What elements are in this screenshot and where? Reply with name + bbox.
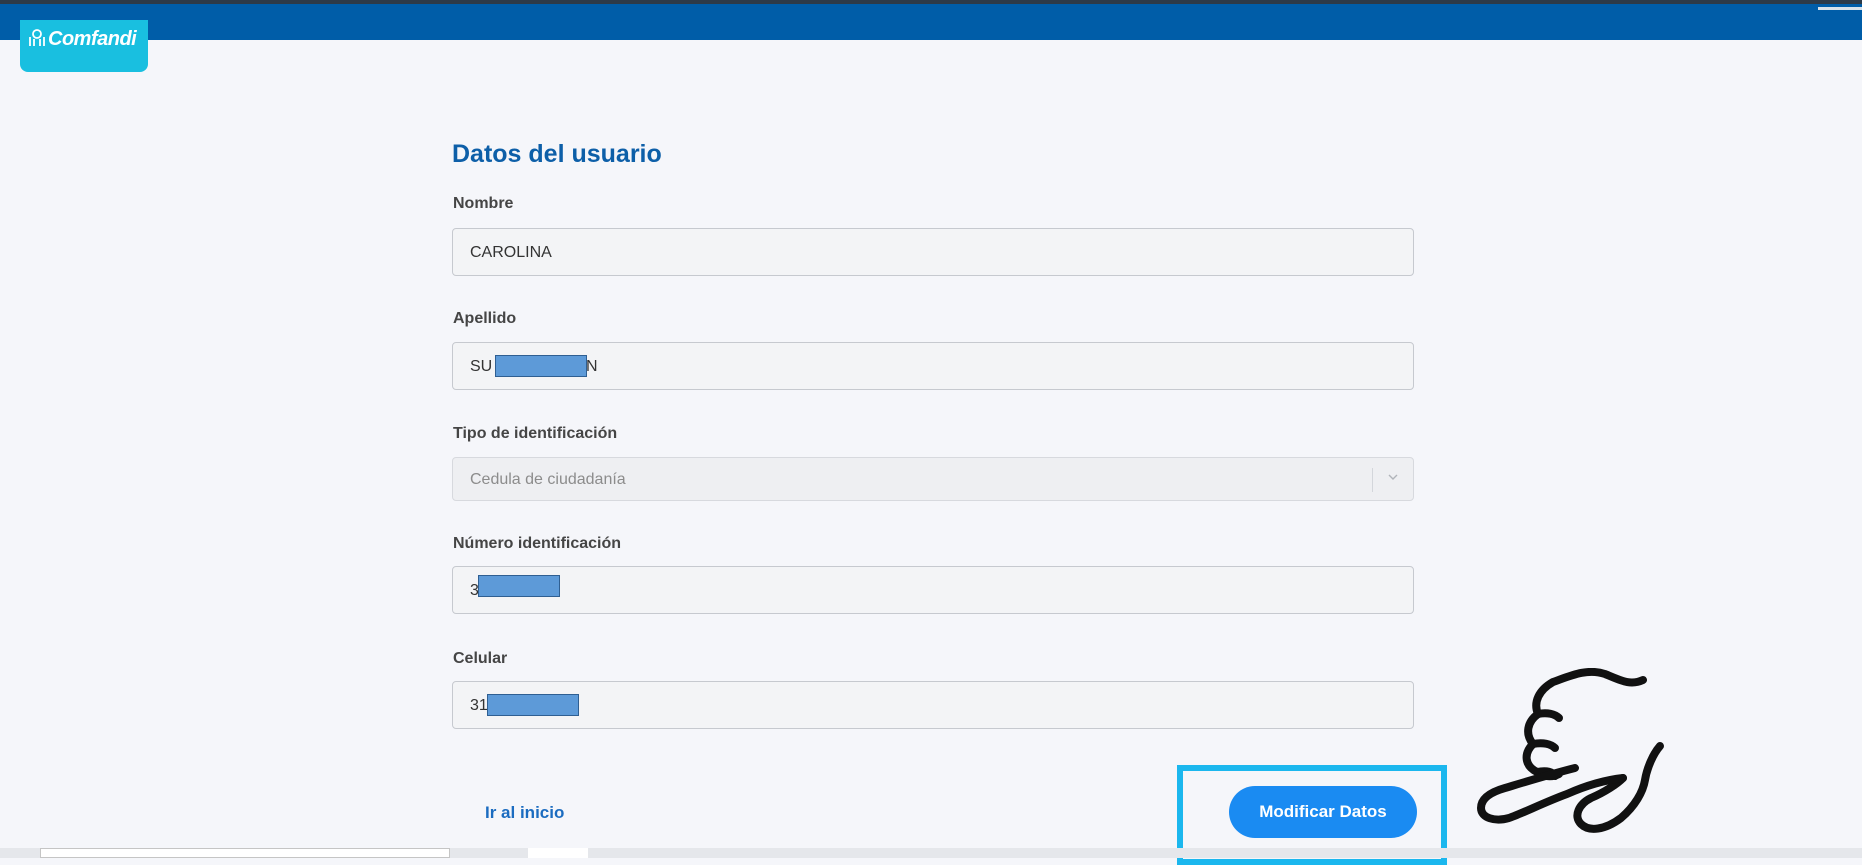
tipo-identificacion-selected: Cedula de ciudadanía: [470, 471, 626, 488]
bottom-tab: [528, 848, 588, 858]
redaction-box: [478, 575, 560, 597]
celular-value-start: 31: [470, 697, 488, 714]
apellido-field[interactable]: SU N: [452, 342, 1414, 390]
modify-data-button[interactable]: Modificar Datos: [1229, 786, 1417, 838]
celular-field[interactable]: 31: [452, 681, 1414, 729]
apellido-label: Apellido: [453, 310, 517, 327]
numero-identificacion-field[interactable]: 3: [452, 566, 1414, 614]
page-title: Datos del usuario: [452, 140, 662, 168]
tipo-identificacion-select[interactable]: Cedula de ciudadanía: [452, 457, 1414, 501]
apellido-value-end: N: [586, 358, 598, 375]
celular-label: Celular: [453, 650, 508, 667]
nombre-value: CAROLINA: [470, 244, 552, 261]
redaction-box: [495, 355, 587, 377]
nombre-label: Nombre: [453, 195, 514, 212]
chevron-down-icon: [1388, 474, 1398, 480]
window-edge: [0, 0, 1862, 4]
numero-identificacion-label: Número identificación: [453, 535, 622, 552]
pointing-hand-icon: [1477, 668, 1664, 833]
home-link[interactable]: Ir al inicio: [485, 803, 564, 823]
select-divider: [1372, 468, 1373, 492]
apellido-value-start: SU: [470, 358, 493, 375]
corner-line: [1818, 7, 1862, 10]
comfandi-logo-icon: [29, 29, 45, 46]
tipo-identificacion-label: Tipo de identificación: [453, 425, 618, 442]
nombre-field[interactable]: CAROLINA: [452, 228, 1414, 276]
redaction-box: [487, 694, 579, 716]
brand-name: Comfandi: [48, 28, 137, 50]
top-bar: [0, 0, 1862, 40]
bottom-input[interactable]: [40, 848, 450, 858]
